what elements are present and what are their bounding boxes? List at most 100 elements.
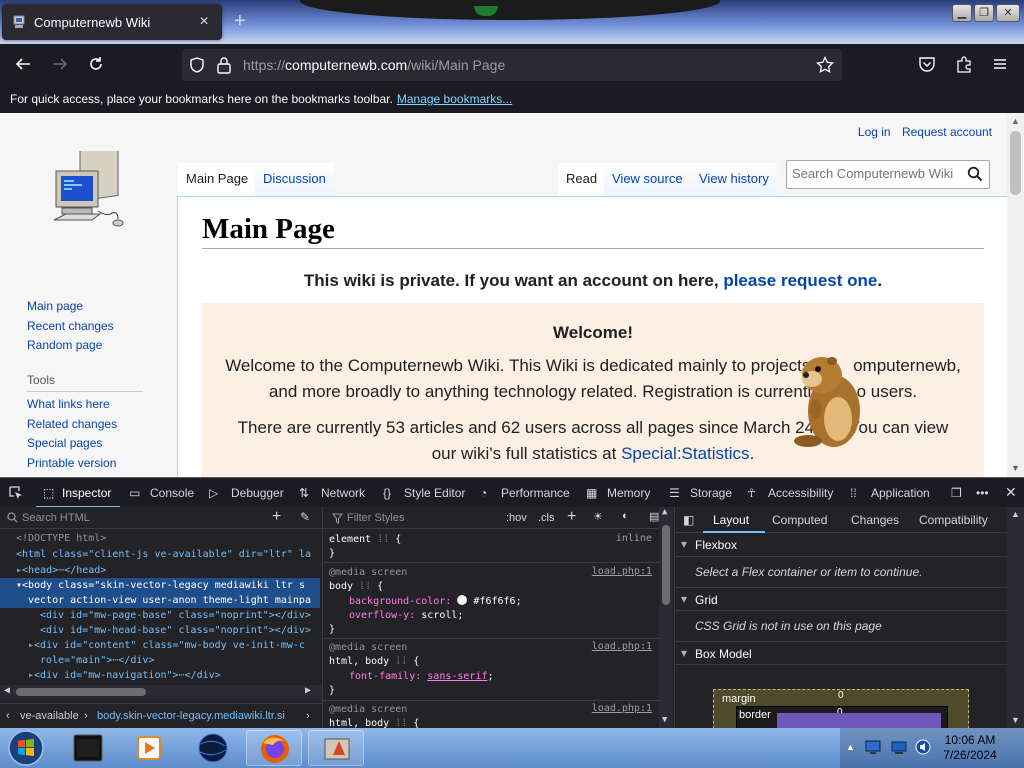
rule-source-link-2[interactable]: load.php:1	[592, 641, 652, 652]
taskbar-media-player-icon[interactable]	[121, 730, 177, 766]
markup-line-html[interactable]: <html class="client-js ve-available" dir…	[16, 547, 336, 562]
new-tab-icon[interactable]: +	[234, 10, 246, 33]
rule-source-link-1[interactable]: load.php:1	[592, 566, 652, 577]
taskbar-globe-icon[interactable]	[185, 730, 241, 766]
hamburger-menu-icon[interactable]	[991, 55, 1009, 73]
markup-line-page-base[interactable]: <div id="mw-page-base" class="noprint"><…	[40, 608, 360, 623]
close-window-button[interactable]: ✕	[996, 4, 1020, 22]
flexbox-section-header[interactable]: Flexbox	[675, 533, 1007, 557]
bookmark-star-icon[interactable]	[816, 56, 834, 74]
pocket-icon[interactable]	[918, 55, 936, 73]
back-button[interactable]	[14, 55, 32, 73]
eyedropper-icon[interactable]: ✎	[300, 510, 310, 524]
add-rule-icon[interactable]: +	[567, 508, 576, 526]
tray-network-icon[interactable]	[890, 738, 908, 756]
tab-computed[interactable]: Computed	[772, 513, 827, 527]
breadcrumb-left-icon[interactable]: ‹	[6, 710, 10, 722]
wiki-logo[interactable]	[50, 151, 126, 233]
clock[interactable]: 10:06 AM 7/26/2024	[930, 733, 1010, 763]
sidebar-item-what-links-here[interactable]: What links here	[27, 397, 117, 417]
filter-styles-box[interactable]: Filter Styles :hov .cls + ☀ ◐ ▤	[323, 507, 659, 529]
class-toggle-button[interactable]: .cls	[538, 512, 555, 524]
scroll-down-icon[interactable]: ▼	[1011, 463, 1020, 473]
extensions-icon[interactable]	[955, 55, 973, 73]
markup-line-body-selected[interactable]: ▾<body class="skin-vector-legacy mediawi…	[0, 578, 320, 593]
taskbar-terminal-icon[interactable]	[60, 730, 116, 766]
tab-main-page[interactable]: Main Page	[178, 163, 257, 196]
sidebar-item-random-page[interactable]: Random page	[27, 338, 114, 358]
tray-display-icon[interactable]	[864, 738, 882, 756]
breadcrumb-item-body[interactable]: body.skin-vector-legacy.mediawiki.ltr.si	[97, 710, 297, 722]
special-statistics-link[interactable]: Special:Statistics	[621, 444, 750, 463]
tab-console[interactable]: Console	[150, 486, 194, 500]
markup-line-head-base[interactable]: <div id="mw-head-base" class="noprint"><…	[40, 623, 360, 638]
markup-line-navigation[interactable]: ▸<div id="mw-navigation">⋯</div>	[28, 668, 348, 683]
tab-view-source[interactable]: View source	[604, 163, 691, 196]
tab-accessibility[interactable]: Accessibility	[768, 486, 833, 500]
tab-compatibility[interactable]: Compatibility	[919, 513, 988, 527]
dock-side-icon[interactable]: ❒	[951, 486, 962, 500]
markup-line-role[interactable]: role="main">⋯</div>	[40, 653, 360, 668]
tab-view-history[interactable]: View history	[691, 163, 777, 196]
tab-debugger[interactable]: Debugger	[231, 486, 284, 500]
start-button[interactable]	[5, 728, 47, 768]
box-model-section-header[interactable]: Box Model	[675, 641, 1007, 665]
search-icon[interactable]	[967, 166, 983, 182]
layout-scroll-down-icon[interactable]: ▼	[1011, 715, 1020, 725]
browser-tab-active[interactable]: Computernewb Wiki ×	[2, 4, 222, 40]
wiki-search-input[interactable]	[792, 166, 960, 181]
add-node-icon[interactable]: +	[272, 508, 281, 526]
minimize-button[interactable]: ▁	[952, 4, 972, 22]
markup-hscrollbar[interactable]: ◀ ▶	[0, 685, 322, 699]
rules-scroll-down-icon[interactable]: ▼	[662, 715, 667, 725]
scroll-left-icon[interactable]: ◀	[4, 685, 10, 696]
color-swatch-icon[interactable]	[457, 595, 468, 605]
tab-style-editor[interactable]: Style Editor	[404, 486, 465, 500]
breadcrumb-right-icon[interactable]: ›	[306, 710, 310, 722]
breadcrumb-item-html[interactable]: ve-available	[20, 710, 79, 722]
lock-icon[interactable]	[216, 56, 232, 74]
more-options-icon[interactable]: •••	[976, 486, 989, 500]
scroll-up-icon[interactable]: ▲	[1011, 116, 1020, 126]
taskbar-firefox-icon[interactable]	[246, 730, 302, 766]
request-account-inline-link[interactable]: please request one	[723, 271, 877, 290]
rules-scrollbar[interactable]: ▲ ▼	[659, 507, 673, 728]
tracking-shield-icon[interactable]	[188, 56, 206, 74]
sidebar-item-special-pages[interactable]: Special pages	[27, 436, 117, 456]
restore-button[interactable]: ❐	[974, 4, 994, 22]
close-tab-icon[interactable]: ×	[196, 13, 212, 31]
markup-line-head[interactable]: ▸<head>⋯</head>	[16, 563, 336, 578]
light-mode-icon[interactable]: ☀	[593, 510, 603, 523]
tab-discussion[interactable]: Discussion	[255, 163, 334, 196]
tab-memory[interactable]: Memory	[607, 486, 650, 500]
dark-mode-icon[interactable]: ◐	[622, 510, 629, 522]
tab-inspector[interactable]: Inspector	[62, 486, 111, 500]
grid-section-header[interactable]: Grid	[675, 587, 1007, 611]
tab-layout[interactable]: Layout	[713, 513, 749, 527]
decl-overflow-y[interactable]: overflow-y: scroll;	[349, 609, 463, 623]
close-devtools-icon[interactable]: ✕	[1005, 484, 1017, 501]
rule-source-link-3[interactable]: load.php:1	[592, 703, 652, 714]
desktop-pet-gopher-icon[interactable]	[788, 349, 868, 453]
print-simulation-icon[interactable]: ▤	[649, 510, 659, 523]
decl-background-color[interactable]: background-color: #f6f6f6;	[349, 595, 522, 609]
search-html-box[interactable]: Search HTML + ✎	[0, 507, 322, 529]
show-hidden-icons-icon[interactable]: ▲	[846, 742, 855, 752]
toggle-sidebar-icon[interactable]: ◧	[683, 513, 694, 527]
tab-read[interactable]: Read	[558, 163, 606, 196]
rule-htmlbody-selector[interactable]: html, body ⁞⁞ {	[329, 655, 419, 669]
tab-performance[interactable]: Performance	[501, 486, 570, 500]
sidebar-item-recent-changes[interactable]: Recent changes	[27, 319, 114, 339]
markup-hscroll-thumb[interactable]	[16, 688, 146, 696]
rules-scroll-thumb[interactable]	[662, 525, 670, 605]
layout-scrollbar[interactable]: ▲ ▼	[1007, 507, 1024, 728]
hover-states-button[interactable]: :hov	[506, 512, 527, 524]
url-text[interactable]: https://computernewb.com/wiki/Main Page	[243, 57, 505, 73]
tab-storage[interactable]: Storage	[690, 486, 732, 500]
tab-changes[interactable]: Changes	[851, 513, 899, 527]
login-link[interactable]: Log in	[858, 125, 891, 139]
taskbar-app-icon[interactable]	[308, 730, 364, 766]
page-scrollbar[interactable]: ▲ ▼	[1007, 113, 1024, 477]
decl-font-family[interactable]: font-family: sans-serif;	[349, 670, 494, 684]
sidebar-item-main-page[interactable]: Main page	[27, 299, 114, 319]
